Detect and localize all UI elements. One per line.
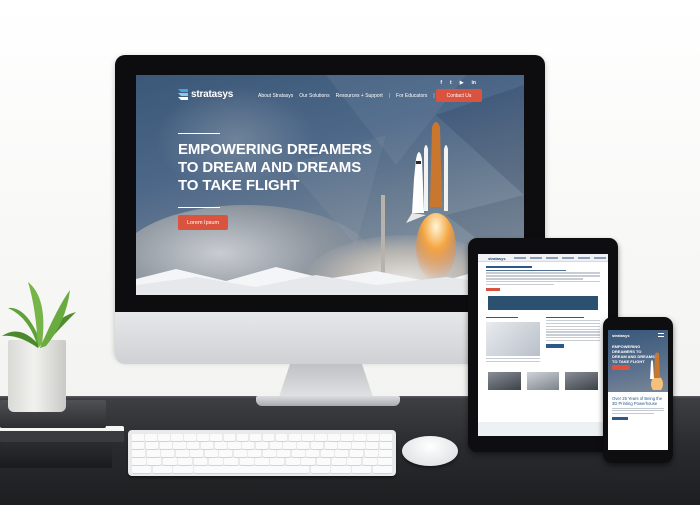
tablet-screen: stratasys: [478, 254, 608, 436]
nav-educators[interactable]: For Educators: [396, 93, 427, 99]
book-bottom: [0, 440, 112, 468]
phone-shuttle-image: [650, 352, 663, 390]
main-menu: About Stratasys Our Solutions Resources …: [258, 93, 447, 99]
nav-resources[interactable]: Resources + Support: [336, 93, 383, 99]
facebook-icon[interactable]: f: [440, 80, 442, 86]
plant-leaves: [2, 282, 76, 348]
imac-stand-base: [256, 396, 400, 406]
site-navigation: stratasys f t ▶ in About Stratasys Our S…: [136, 75, 524, 115]
book-middle: [0, 426, 124, 442]
hamburger-menu-icon[interactable]: [658, 333, 664, 337]
phone-screen: stratasys EMPOWERING DREAMERS TO DREAM A…: [608, 330, 668, 450]
phone-headline: Over 25 Years of Being the 3D Printing P…: [612, 396, 663, 406]
nav-solutions[interactable]: Our Solutions: [299, 93, 329, 99]
phone-logo: stratasys: [612, 333, 630, 338]
hero-cta-button[interactable]: Lorem Ipsum: [178, 215, 228, 230]
linkedin-icon[interactable]: in: [472, 80, 476, 86]
terrain-polygons: [136, 267, 524, 295]
imac-stand: [278, 364, 374, 400]
stratasys-logo-icon: [178, 89, 188, 100]
video-icon[interactable]: ▶: [460, 80, 464, 86]
tablet-logo: stratasys: [488, 255, 506, 261]
keyboard: [128, 430, 396, 476]
space-shuttle-image: [406, 122, 456, 279]
logo-text: stratasys: [191, 89, 234, 100]
contact-us-button[interactable]: Contact Us: [436, 89, 482, 102]
nav-separator: |: [388, 93, 391, 99]
mouse: [402, 436, 458, 466]
stratasys-logo[interactable]: stratasys: [178, 89, 233, 100]
social-links: f t ▶ in: [440, 80, 476, 86]
nav-about[interactable]: About Stratasys: [258, 93, 293, 99]
launch-tower: [381, 195, 385, 275]
hero-rule-bottom: [178, 207, 220, 208]
phone-hero-button[interactable]: [612, 365, 630, 370]
plant-pot: [8, 340, 66, 412]
nav-separator: |: [433, 93, 435, 99]
twitter-icon[interactable]: t: [450, 80, 452, 86]
hero-rule-top: [178, 133, 220, 134]
hero-title: EMPOWERING DREAMERS TO DREAM AND DREAMS …: [178, 141, 372, 194]
imac-screen: stratasys f t ▶ in About Stratasys Our S…: [136, 75, 524, 295]
